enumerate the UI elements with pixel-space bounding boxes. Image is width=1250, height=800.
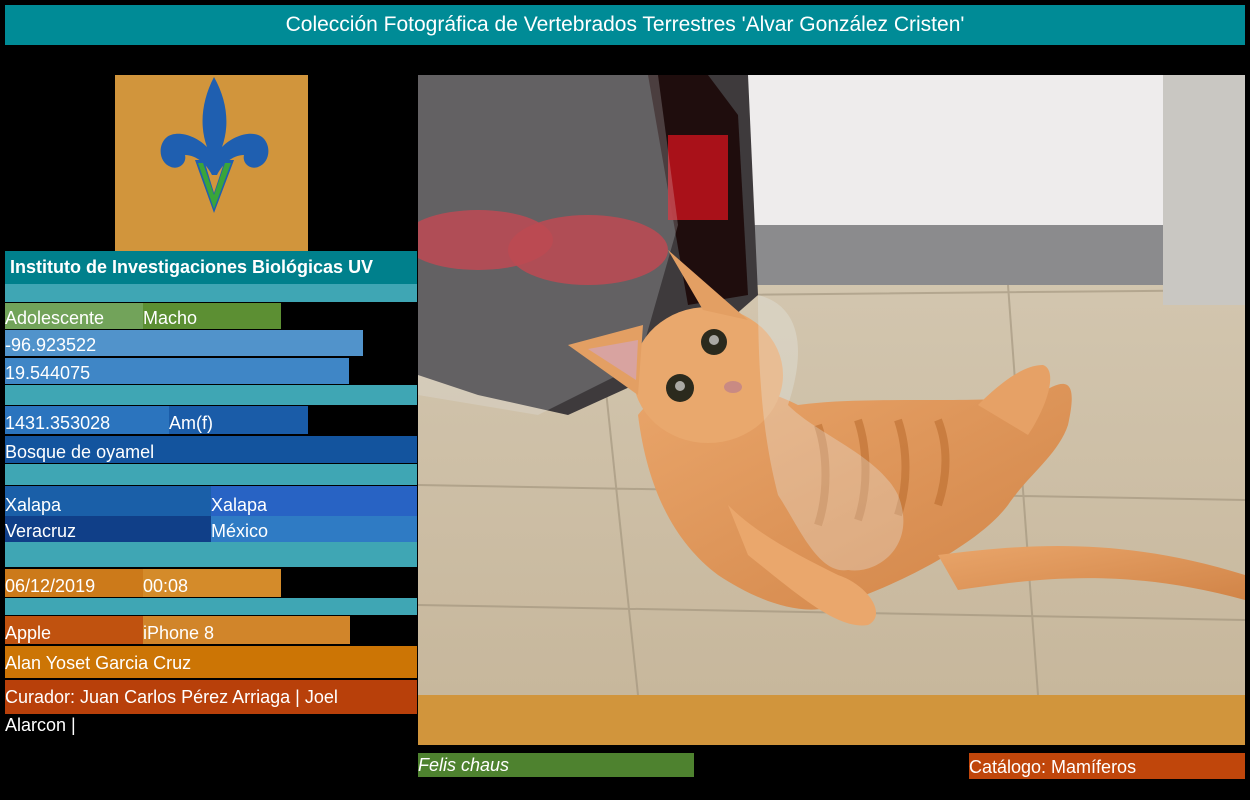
cat-photo-illustration	[418, 75, 1245, 695]
date-field: 06/12/2019	[5, 569, 143, 597]
specimen-photo	[418, 75, 1245, 695]
uv-fleur-de-lis-logo-icon	[160, 77, 269, 213]
latitude-value: 19.544075	[5, 363, 91, 383]
institute-title: Instituto de Investigaciones Biológicas …	[5, 251, 417, 284]
curators-field: Curador: Juan Carlos Pérez Arriaga | Joe…	[5, 680, 417, 714]
habitat-field: Bosque de oyamel	[5, 436, 417, 463]
separator	[5, 464, 417, 485]
camera-model-field: iPhone 8	[143, 616, 350, 644]
camera-make-field: Apple	[5, 616, 143, 644]
institute-name: Instituto de Investigaciones Biológicas …	[10, 257, 374, 277]
separator	[5, 598, 417, 615]
altitude-field: 1431.353028	[5, 406, 169, 434]
separator	[5, 284, 417, 302]
photographer-value: Alan Yoset Garcia Cruz	[5, 653, 192, 673]
separator	[5, 385, 417, 405]
species-name: Felis chaus	[418, 755, 510, 775]
municipality-value: Xalapa	[211, 495, 268, 515]
separator	[5, 542, 417, 567]
country-value: México	[211, 521, 269, 541]
species-label: Felis chaus	[418, 753, 694, 777]
photo-footer-bar	[418, 695, 1245, 745]
date-value: 06/12/2019	[5, 576, 96, 596]
time-value: 00:08	[143, 576, 189, 596]
age-value: Adolescente	[5, 308, 105, 328]
collection-title-banner: Colección Fotográfica de Vertebrados Ter…	[5, 5, 1245, 45]
vegetation-code-value: Am(f)	[169, 413, 213, 433]
longitude-field: -96.923522	[5, 330, 363, 356]
age-field: Adolescente	[5, 303, 143, 329]
uv-logo	[115, 75, 308, 251]
altitude-value: 1431.353028	[5, 413, 111, 433]
curators-line1: Curador: Juan Carlos Pérez Arriaga | Joe…	[5, 687, 338, 707]
vegetation-code-field: Am(f)	[169, 406, 308, 434]
locality-value: Xalapa	[5, 495, 62, 515]
state-field: Veracruz	[5, 516, 211, 542]
longitude-value: -96.923522	[5, 335, 97, 355]
municipality-field: Xalapa	[211, 486, 417, 516]
time-field: 00:08	[143, 569, 281, 597]
photographer-field: Alan Yoset Garcia Cruz	[5, 646, 417, 678]
camera-model-value: iPhone 8	[143, 623, 215, 643]
collection-title: Colección Fotográfica de Vertebrados Ter…	[285, 13, 965, 36]
sex-value: Macho	[143, 308, 198, 328]
curators-field-continued: Alarcon |	[5, 716, 417, 738]
locality-field: Xalapa	[5, 486, 211, 516]
catalog-label: Catálogo: Mamíferos	[969, 753, 1245, 779]
country-field: México	[211, 516, 417, 542]
sex-field: Macho	[143, 303, 281, 329]
catalog-name: Catálogo: Mamíferos	[969, 757, 1137, 777]
camera-make-value: Apple	[5, 623, 52, 643]
latitude-field: 19.544075	[5, 358, 349, 384]
state-value: Veracruz	[5, 521, 77, 541]
habitat-value: Bosque de oyamel	[5, 442, 155, 462]
curators-line2: Alarcon |	[5, 716, 76, 735]
